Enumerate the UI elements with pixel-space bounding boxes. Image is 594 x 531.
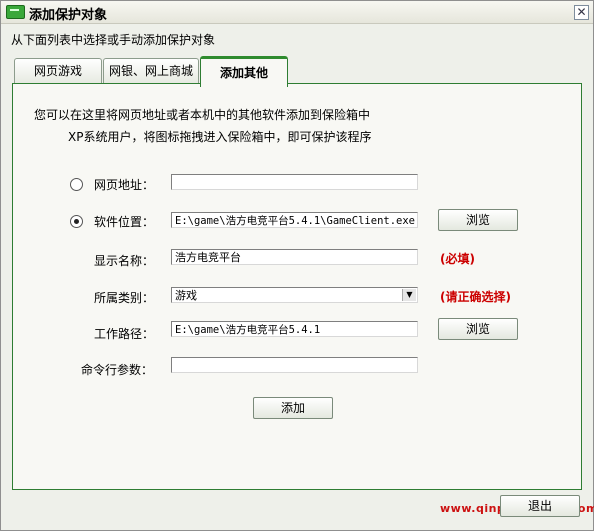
chevron-down-icon[interactable]: ▼ <box>402 289 416 301</box>
cmd-args-input[interactable] <box>171 357 418 373</box>
category-selected-value: 游戏 <box>175 289 197 302</box>
tab-web-games[interactable]: 网页游戏 <box>14 58 102 84</box>
category-label: 所属类别： <box>94 291 155 305</box>
url-label: 网页地址： <box>94 178 155 192</box>
software-radio[interactable] <box>70 215 83 228</box>
category-note: (请正确选择) <box>440 290 511 304</box>
tab-add-other[interactable]: 添加其他 <box>200 56 288 87</box>
work-path-input[interactable]: E:\game\浩方电竞平台5.4.1 <box>171 321 418 337</box>
display-name-label: 显示名称： <box>94 254 155 268</box>
software-path-input[interactable]: E:\game\浩方电竞平台5.4.1\GameClient.exe <box>171 212 418 228</box>
browse-work-path-button[interactable]: 浏览 <box>438 318 518 340</box>
dialog-subtitle: 从下面列表中选择或手动添加保护对象 <box>11 33 216 47</box>
panel-description: 您可以在这里将网页地址或者本机中的其他软件添加到保险箱中 <box>34 108 371 122</box>
add-button[interactable]: 添加 <box>253 397 333 419</box>
cmd-args-label: 命令行参数： <box>81 363 154 377</box>
work-path-label: 工作路径： <box>94 327 155 341</box>
required-note: (必填) <box>440 252 475 266</box>
browse-software-button[interactable]: 浏览 <box>438 209 518 231</box>
category-select[interactable]: 游戏 ▼ <box>171 287 418 303</box>
app-icon <box>6 5 25 19</box>
url-input[interactable] <box>171 174 418 190</box>
window-title: 添加保护对象 <box>29 8 108 23</box>
exit-button[interactable]: 退出 <box>500 495 580 517</box>
panel-hint: XP系统用户，将图标拖拽进入保险箱中，即可保护该程序 <box>68 130 372 144</box>
title-bar: 添加保护对象 ✕ <box>1 1 593 24</box>
close-icon[interactable]: ✕ <box>574 5 589 20</box>
tab-banking-shopping[interactable]: 网银、网上商城 <box>103 58 199 84</box>
software-label: 软件位置： <box>94 215 155 229</box>
url-radio[interactable] <box>70 178 83 191</box>
display-name-input[interactable]: 浩方电竞平台 <box>171 249 418 265</box>
